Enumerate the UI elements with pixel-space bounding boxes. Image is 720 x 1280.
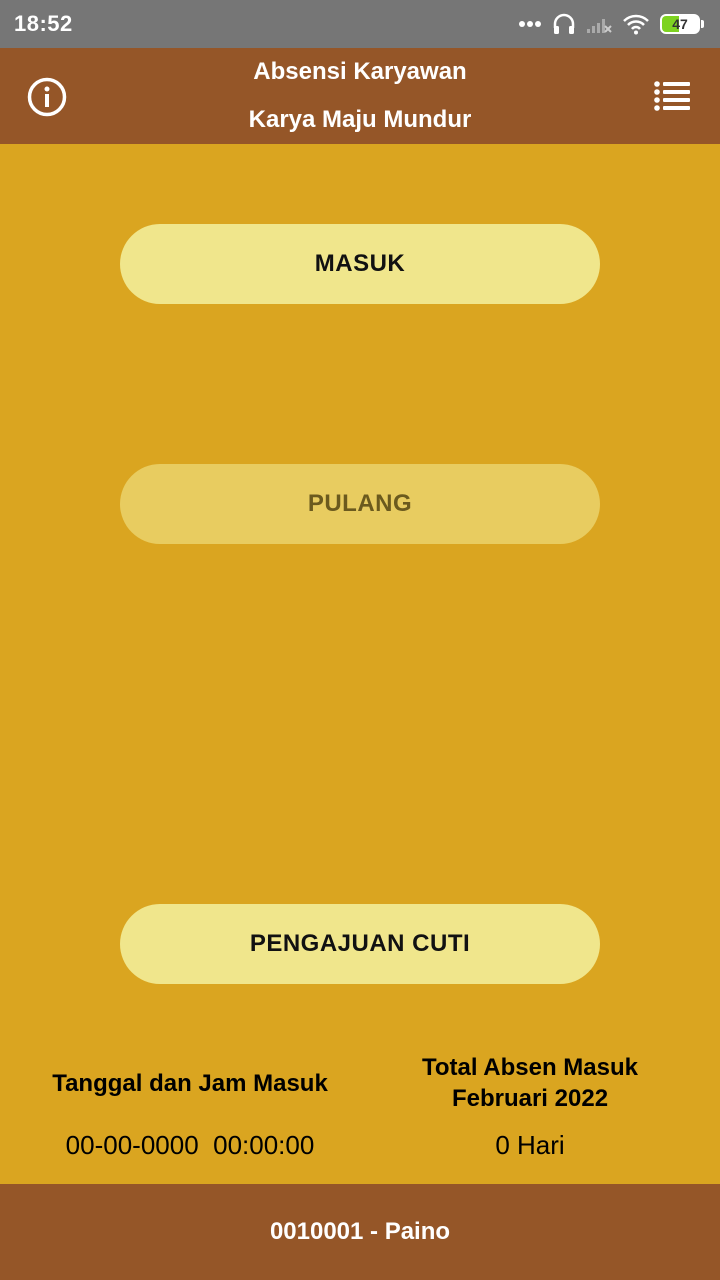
app-title: Absensi Karyawan [253, 58, 467, 85]
attendance-month-label: Februari 2022 [451, 1085, 609, 1112]
battery-icon: 47 [660, 14, 704, 34]
wifi-icon [623, 14, 649, 35]
total-attendance-label: Total Absen Masuk [421, 1054, 639, 1081]
masuk-button[interactable]: MASUK [120, 224, 600, 304]
list-menu-icon[interactable] [654, 81, 690, 111]
status-time: 18:52 [14, 11, 73, 36]
app-header: Absensi Karyawan Karya Maju Mundur [0, 48, 720, 144]
total-attendance-value: 0 Hari [495, 1130, 565, 1160]
pengajuan-cuti-button[interactable]: PENGAJUAN CUTI [120, 904, 600, 984]
more-dots-icon [519, 21, 541, 27]
signal-no-service-icon [587, 19, 612, 33]
pulang-button[interactable]: PULANG [120, 464, 600, 544]
headset-icon [553, 13, 575, 34]
company-name: Karya Maju Mundur [248, 106, 472, 133]
employee-id-name: 0010001 - Paino [269, 1218, 451, 1245]
check-in-datetime-label: Tanggal dan Jam Masuk [52, 1070, 328, 1097]
status-bar: 18:52 47 [0, 0, 720, 48]
battery-level: 47 [672, 16, 688, 32]
status-icons: 47 [518, 12, 704, 36]
check-in-datetime-value: 00-00-0000 00:00:00 [65, 1130, 315, 1160]
footer-bar: 0010001 - Paino [0, 1184, 720, 1280]
